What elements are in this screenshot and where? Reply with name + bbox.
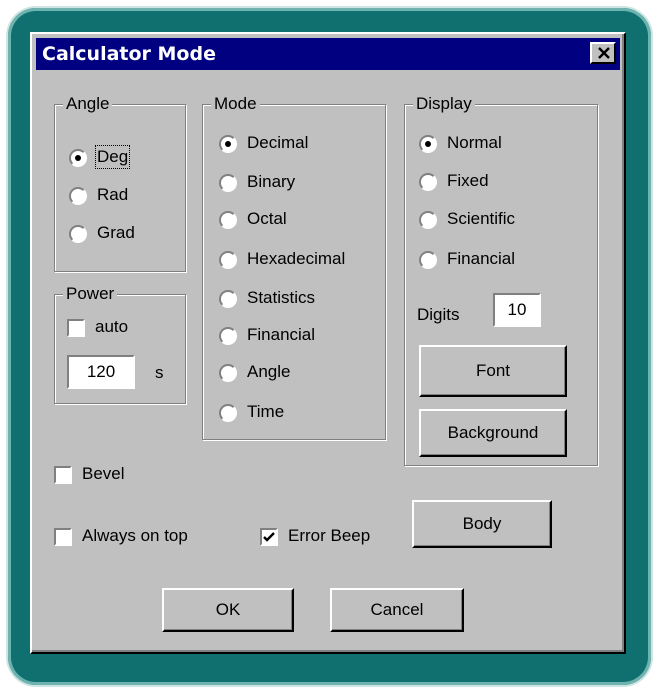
angle-group: Angle Deg Rad Grad (54, 94, 186, 272)
checkbox[interactable] (54, 466, 72, 484)
checkbox-label: auto (95, 317, 129, 336)
radio-label: Decimal (247, 133, 309, 152)
radio-button[interactable] (219, 290, 237, 308)
radio-button[interactable] (69, 225, 87, 243)
radio-button[interactable] (219, 174, 237, 192)
digits-input[interactable]: 10 (493, 293, 541, 327)
radio-label: Octal (247, 209, 287, 228)
power-unit-label: s (155, 363, 164, 382)
radio-label: Grad (97, 223, 135, 242)
radio-button[interactable] (69, 187, 87, 205)
body-button[interactable]: Body (412, 500, 552, 548)
power-group: Power auto 120 s (54, 284, 186, 404)
mode-legend: Mode (211, 94, 260, 114)
radio-button[interactable] (419, 135, 437, 153)
checkmark-icon (263, 532, 275, 542)
radio-button[interactable] (219, 404, 237, 422)
checkbox-label: Always on top (82, 526, 188, 545)
background-button[interactable]: Background (419, 409, 567, 457)
radio-button[interactable] (219, 211, 237, 229)
radio-label: Financial (247, 325, 316, 344)
radio-label: Fixed (447, 171, 489, 190)
checkbox[interactable] (54, 528, 72, 546)
checkbox-label: Bevel (82, 464, 125, 483)
radio-label: Normal (447, 133, 502, 152)
radio-label: Financial (447, 249, 516, 268)
ok-button[interactable]: OK (162, 588, 294, 632)
radio-button[interactable] (219, 327, 237, 345)
radio-label: Statistics (247, 288, 316, 307)
radio-label: Scientific (447, 209, 516, 228)
display-legend: Display (413, 94, 475, 114)
radio-button[interactable] (219, 135, 237, 153)
power-legend: Power (63, 284, 118, 304)
radio-label: Time (247, 402, 285, 421)
radio-label: Deg (94, 145, 131, 169)
title-bar[interactable]: Calculator Mode (36, 38, 620, 70)
radio-button[interactable] (419, 173, 437, 191)
radio-button[interactable] (219, 251, 237, 269)
close-icon (598, 47, 610, 59)
radio-label: Hexadecimal (247, 249, 346, 268)
digits-label: Digits (417, 305, 460, 324)
cancel-button[interactable]: Cancel (330, 588, 464, 632)
font-button[interactable]: Font (419, 345, 567, 397)
mode-group: Mode Decimal Binary Octal Hexadecimal St… (202, 94, 386, 440)
angle-legend: Angle (63, 94, 113, 114)
radio-label: Binary (247, 172, 296, 191)
window-title: Calculator Mode (42, 43, 216, 65)
close-button[interactable] (590, 42, 616, 64)
radio-button[interactable] (419, 251, 437, 269)
calculator-mode-dialog: Calculator Mode Angle Deg Rad Grad Power… (30, 32, 626, 654)
radio-button[interactable] (419, 211, 437, 229)
checkbox[interactable] (260, 528, 278, 546)
radio-label: Rad (97, 185, 129, 204)
checkbox-label: Error Beep (288, 526, 371, 545)
display-group: Display Normal Fixed Scientific Financia… (404, 94, 598, 466)
checkbox[interactable] (67, 319, 85, 337)
radio-label: Angle (247, 362, 291, 381)
radio-button[interactable] (69, 149, 87, 167)
power-timeout-input[interactable]: 120 (67, 355, 135, 389)
radio-button[interactable] (219, 364, 237, 382)
